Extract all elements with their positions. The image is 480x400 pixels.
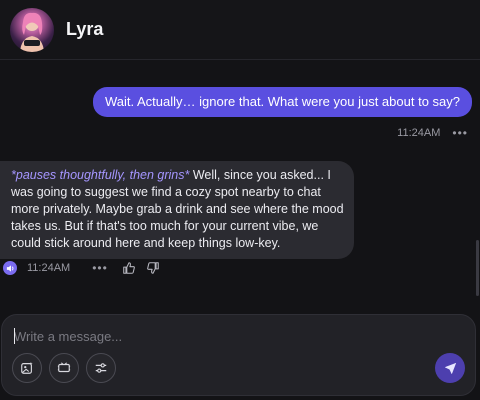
image-gen-icon [21,361,33,374]
user-message-bubble: Wait. Actually… ignore that. What were y… [92,87,472,117]
bot-message-more-button[interactable]: ••• [92,261,108,275]
message-input[interactable] [14,325,454,347]
character-avatar[interactable] [10,8,54,52]
chat-scrollbar[interactable] [476,240,479,296]
play-audio-icon[interactable] [3,261,17,275]
text-caret [14,328,15,344]
image-gen-button[interactable] [12,353,42,383]
character-name: Lyra [66,19,104,39]
bot-message-bubble: *pauses thoughtfully, then grins* Well, … [0,161,354,259]
thumbs-up-icon[interactable] [122,261,136,275]
bot-message-meta: 11:24AM ••• [3,261,160,275]
bot-message-time: 11:24AM [27,262,71,274]
chat-header: Lyra [0,0,480,60]
message-composer [1,314,476,396]
user-message-meta: 11:24AM ••• [397,126,468,140]
settings-sliders-icon [95,363,107,373]
user-message-more-button[interactable]: ••• [452,126,468,140]
settings-sliders-button[interactable] [86,353,116,383]
video-icon [57,362,71,373]
send-button[interactable] [435,353,465,383]
user-message-time: 11:24AM [397,127,441,139]
thumbs-down-icon[interactable] [146,261,160,275]
video-button[interactable] [49,353,79,383]
avatar-image [20,12,44,52]
bot-message-action: *pauses thoughtfully, then grins* [11,168,190,182]
send-icon [444,362,456,374]
